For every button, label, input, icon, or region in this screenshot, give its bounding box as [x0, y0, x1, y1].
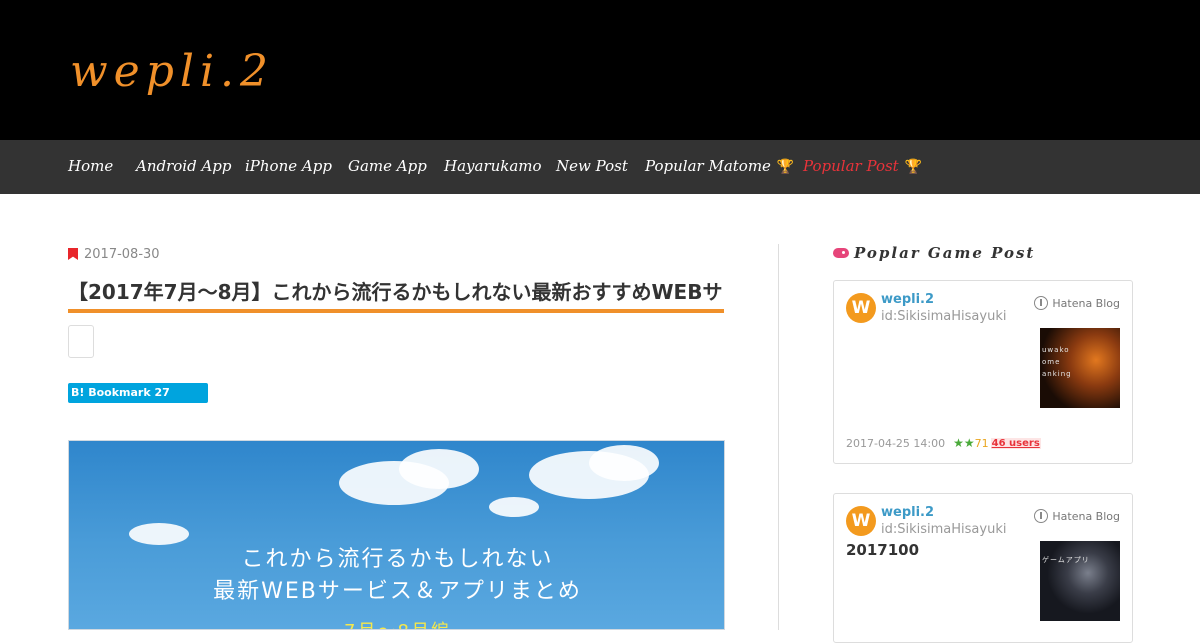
cloud — [399, 449, 479, 489]
thumb-text: ome — [1042, 358, 1061, 366]
star-count: 71 — [974, 436, 989, 450]
card-thumbnail[interactable]: ゲームアプリ — [1040, 541, 1120, 621]
nav-item-new-post[interactable]: New Post — [556, 157, 628, 175]
nav-item-hayarukamo[interactable]: Hayarukamo — [444, 157, 542, 175]
nav-item-iphone-app[interactable]: iPhone App — [245, 157, 332, 175]
nav-item-label: Popular Matome — [645, 157, 771, 175]
card-title[interactable]: 2017100 — [846, 541, 919, 559]
nav-item-popular-matome[interactable]: Popular Matome 🏆 — [645, 157, 794, 175]
nav-item-label: Popular Post — [803, 157, 899, 175]
blog-card[interactable]: W wepli.2 id:SikisimaHisayuki Hatena Blo… — [833, 493, 1133, 643]
nav-item-android-app[interactable]: Android App — [136, 157, 232, 175]
cloud — [589, 445, 659, 481]
thumb-text: ゲームアプリ — [1042, 556, 1090, 564]
main-nav: Home Android App iPhone App Game App Hay… — [0, 140, 1200, 194]
post-date: 2017-08-30 — [84, 246, 160, 262]
thumb-text: uwako — [1042, 346, 1070, 354]
avatar[interactable]: W — [846, 293, 876, 323]
avatar[interactable]: W — [846, 506, 876, 536]
hero-text-line: 7月～8月編 — [69, 617, 724, 629]
trophy-icon: 🏆 — [904, 159, 923, 175]
bookmark-ribbon-icon — [68, 248, 78, 260]
blog-name[interactable]: wepli.2 — [881, 505, 934, 520]
column-divider — [778, 244, 779, 630]
hatena-blog-label: Hatena Blog — [1052, 509, 1120, 523]
sidebar-heading: Poplar Game Post — [833, 244, 1035, 262]
post-date-row: 2017-08-30 — [68, 246, 160, 262]
title-underline — [68, 309, 724, 313]
hatena-blog-badge[interactable]: Hatena Blog — [1034, 296, 1120, 310]
nav-item-popular-post[interactable]: Popular Post 🏆 — [803, 157, 922, 175]
hero-text-line: 最新WEBサービス＆アプリまとめ — [213, 579, 582, 604]
bookmark-users-link[interactable]: 46 users — [990, 437, 1041, 449]
blog-user-id: id:SikisimaHisayuki — [881, 522, 1007, 537]
thumb-text: anking — [1042, 370, 1072, 378]
trophy-icon: 🏆 — [776, 159, 795, 175]
hatena-bookmark-button[interactable]: B! Bookmark 27 — [68, 383, 208, 403]
card-date: 2017-04-25 14:00 — [846, 436, 946, 450]
card-thumbnail[interactable]: uwako ome anking — [1040, 328, 1120, 408]
blog-user-id: id:SikisimaHisayuki — [881, 309, 1007, 324]
blog-card[interactable]: W wepli.2 id:SikisimaHisayuki Hatena Blo… — [833, 280, 1133, 464]
hatena-blog-badge[interactable]: Hatena Blog — [1034, 509, 1120, 523]
nav-item-home[interactable]: Home — [68, 157, 113, 175]
hatena-blog-label: Hatena Blog — [1052, 296, 1120, 310]
sidebar-heading-text: Poplar Game Post — [854, 244, 1036, 262]
cloud — [489, 497, 539, 517]
hero-text-line: これから流行るかもしれない — [241, 547, 554, 572]
star-icon[interactable]: ★★ — [953, 436, 975, 450]
hatena-blog-icon — [1034, 296, 1049, 310]
nav-item-game-app[interactable]: Game App — [348, 157, 427, 175]
post-title[interactable]: 【2017年7月～8月】これから流行るかもしれない最新おすすめWEBサービス＆ア… — [68, 276, 724, 305]
hatena-blog-icon — [1034, 509, 1049, 523]
share-button[interactable] — [68, 325, 94, 358]
gamepad-icon — [833, 248, 849, 258]
site-title[interactable]: wepli.2 — [70, 46, 274, 97]
post-main: 2017-08-30 【2017年7月～8月】これから流行るかもしれない最新おす… — [68, 244, 726, 630]
hero-image: これから流行るかもしれない 最新WEBサービス＆アプリまとめ 7月～8月編 — [68, 440, 725, 630]
card-meta: 2017-04-25 14:00 ★★ 71 46 users — [846, 436, 1041, 450]
site-header: wepli.2 — [0, 0, 1200, 140]
blog-name[interactable]: wepli.2 — [881, 292, 934, 307]
